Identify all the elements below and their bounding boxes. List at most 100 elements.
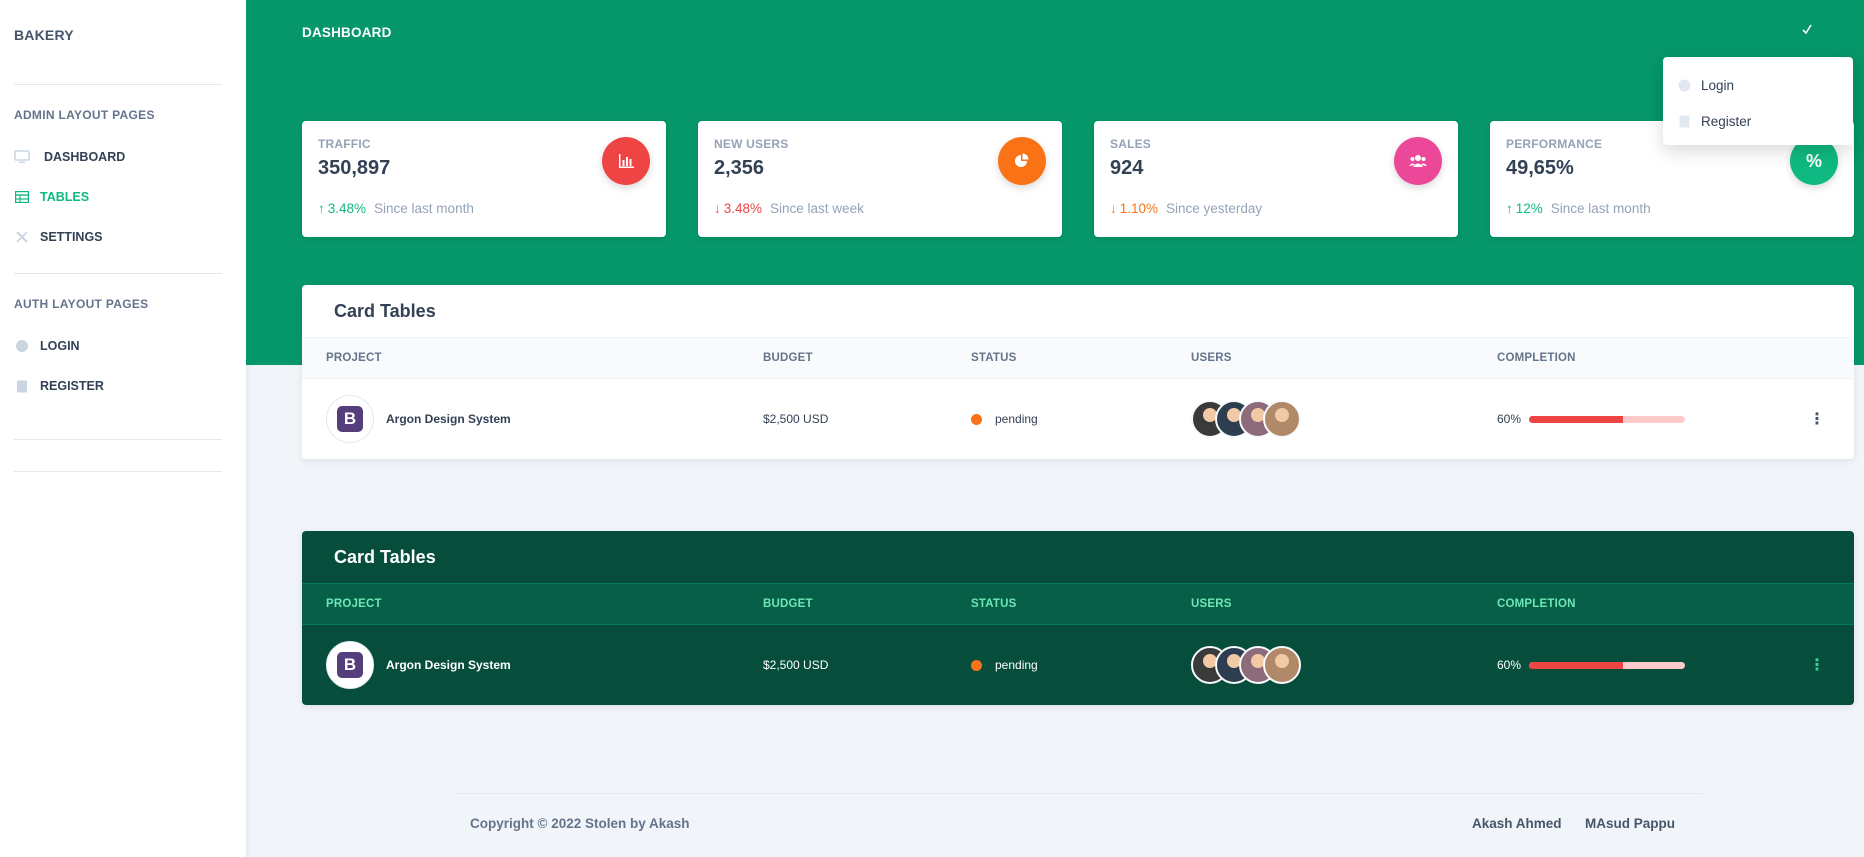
stat-change: ↑ 12% (1506, 201, 1543, 216)
avatar[interactable] (1263, 400, 1301, 438)
card-table-dark: Card Tables PROJECT BUDGET STATUS USERS … (302, 531, 1854, 705)
sidebar-item-login[interactable]: LOGIN (14, 339, 80, 353)
sidebar-item-label: TABLES (40, 190, 90, 204)
stat-since: Since yesterday (1166, 201, 1263, 216)
progress-bar (1529, 415, 1686, 423)
arrow-down-icon: ↓ (1110, 201, 1117, 216)
column-header-project: PROJECT (326, 598, 382, 610)
sidebar: BAKERY ADMIN LAYOUT PAGES DASHBOARD TABL… (0, 0, 246, 857)
dropdown-item-login[interactable]: Login (1663, 67, 1853, 103)
completion-cell: 60% (1497, 625, 1686, 705)
sidebar-item-register[interactable]: REGISTER (14, 379, 104, 393)
status-dot-icon (971, 659, 982, 671)
column-header-status: STATUS (971, 598, 1017, 610)
sidebar-divider (14, 439, 222, 440)
column-header-completion: COMPLETION (1497, 352, 1576, 364)
sidebar-divider (14, 471, 222, 472)
status-text: pending (995, 658, 1038, 672)
card-title: Card Tables (334, 546, 436, 567)
stat-card-traffic: TRAFFIC 350,897 ↑ 3.48% Since last month (302, 121, 666, 237)
monitor-icon (14, 150, 30, 164)
stat-since: Since last week (770, 201, 864, 216)
column-header-project: PROJECT (326, 352, 382, 364)
page-title: DASHBOARD (302, 25, 392, 40)
budget-cell: $2,500 USD (763, 658, 829, 672)
user-dropdown-toggle[interactable] (1800, 22, 1852, 44)
table-header: PROJECT BUDGET STATUS USERS COMPLETION (302, 583, 1854, 625)
users-cell (1191, 379, 1301, 459)
status-text: pending (995, 412, 1038, 426)
stat-value: 924 (1110, 157, 1144, 179)
column-header-users: USERS (1191, 598, 1232, 610)
bootstrap-logo-icon: B (326, 641, 374, 689)
user-avatar-icon (1800, 22, 1814, 39)
table-row: B Argon Design System $2,500 USD pending… (302, 625, 1854, 705)
clipboard-icon (14, 379, 30, 393)
stat-card-sales: SALES 924 ↓ 1.10% Since yesterday (1094, 121, 1458, 237)
project-cell: B Argon Design System (326, 625, 511, 705)
more-options-icon[interactable]: ⋮ (1809, 379, 1825, 459)
footer-copyright: Copyright © 2022 Stolen by Akash (470, 816, 690, 831)
sidebar-divider (14, 84, 222, 85)
fingerprint-icon (1677, 79, 1691, 92)
column-header-completion: COMPLETION (1497, 598, 1576, 610)
tools-icon (14, 230, 30, 244)
table-icon (14, 190, 30, 204)
avatar[interactable] (1263, 646, 1301, 684)
arrow-up-icon: ↑ (1506, 201, 1513, 216)
sidebar-item-label: DASHBOARD (44, 150, 126, 164)
stat-since: Since last month (1550, 201, 1651, 216)
stat-label: NEW USERS (714, 137, 789, 151)
dropdown-item-label: Login (1701, 77, 1735, 93)
sidebar-item-dashboard[interactable]: DASHBOARD (14, 150, 125, 164)
stat-change: ↓ 3.48% (714, 201, 763, 216)
sidebar-heading-auth: AUTH LAYOUT PAGES (14, 297, 149, 311)
status-cell: pending (971, 379, 1038, 459)
table-header: PROJECT BUDGET STATUS USERS COMPLETION (302, 337, 1854, 379)
completion-cell: 60% (1497, 379, 1686, 459)
sidebar-divider (14, 273, 222, 274)
stat-label: SALES (1110, 137, 1152, 151)
completion-percent: 60% (1497, 412, 1522, 426)
footer-link-masud[interactable]: MAsud Pappu (1585, 816, 1675, 831)
bar-chart-icon (602, 137, 650, 185)
progress-bar (1529, 661, 1686, 669)
column-header-status: STATUS (971, 352, 1017, 364)
stat-card-new-users: NEW USERS 2,356 ↓ 3.48% Since last week (698, 121, 1062, 237)
budget-cell: $2,500 USD (763, 412, 829, 426)
stat-change: ↓ 1.10% (1110, 201, 1159, 216)
stat-value: 350,897 (318, 157, 391, 179)
arrow-up-icon: ↑ (318, 201, 325, 216)
table-row: B Argon Design System $2,500 USD pending… (302, 379, 1854, 459)
brand-logo[interactable]: BAKERY (14, 27, 74, 43)
footer-link-akash[interactable]: Akash Ahmed (1472, 816, 1562, 831)
column-header-budget: BUDGET (763, 598, 813, 610)
stat-value: 2,356 (714, 157, 765, 179)
sidebar-heading-admin: ADMIN LAYOUT PAGES (14, 108, 155, 122)
stat-since: Since last month (374, 201, 474, 216)
column-header-budget: BUDGET (763, 352, 813, 364)
stat-value: 49,65% (1506, 157, 1574, 179)
status-dot-icon (971, 413, 982, 425)
sidebar-item-label: LOGIN (40, 339, 80, 353)
sidebar-item-settings[interactable]: SETTINGS (14, 230, 103, 244)
sidebar-item-label: REGISTER (40, 379, 104, 393)
more-options-icon[interactable]: ⋮ (1809, 625, 1825, 705)
project-name: Argon Design System (386, 658, 511, 672)
dropdown-item-register[interactable]: Register (1663, 103, 1853, 139)
progress-fill (1529, 661, 1623, 669)
user-dropdown-menu: Login Register (1663, 57, 1853, 145)
footer-divider (454, 793, 1702, 794)
stat-label: TRAFFIC (318, 137, 371, 151)
users-cell (1191, 625, 1301, 705)
arrow-down-icon: ↓ (714, 201, 721, 216)
sidebar-item-tables[interactable]: TABLES (14, 190, 89, 204)
dropdown-item-label: Register (1701, 113, 1752, 129)
project-cell: B Argon Design System (326, 379, 511, 459)
completion-percent: 60% (1497, 658, 1522, 672)
sidebar-item-label: SETTINGS (40, 230, 103, 244)
stat-change: ↑ 3.48% (318, 201, 367, 216)
pie-chart-icon (998, 137, 1046, 185)
users-icon (1394, 137, 1442, 185)
fingerprint-icon (14, 339, 30, 353)
